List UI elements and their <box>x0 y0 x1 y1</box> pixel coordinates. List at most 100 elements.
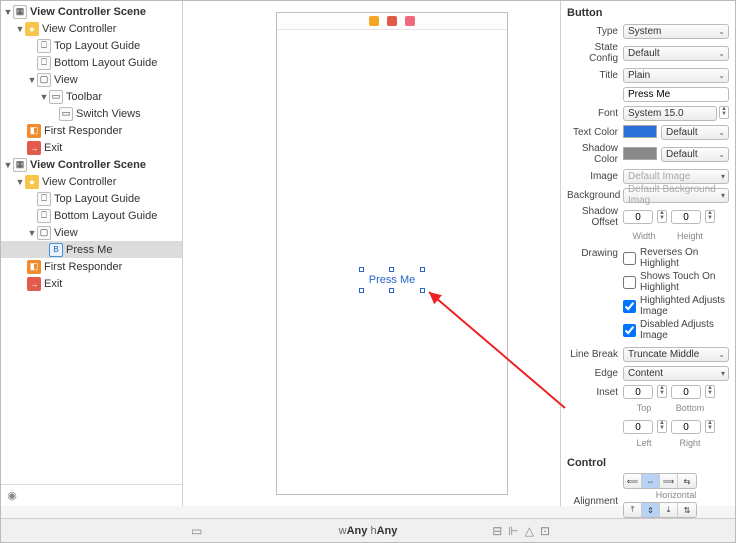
device-frame[interactable]: Press Me <box>276 12 508 495</box>
selection-handle[interactable] <box>389 267 394 272</box>
edge-combo[interactable]: Content▾ <box>623 366 729 381</box>
selection-handle[interactable] <box>420 288 425 293</box>
inspector-section-button: Button <box>567 7 729 19</box>
filter-icon[interactable]: ◉ <box>1 486 23 506</box>
disclosure-triangle-icon[interactable]: ▼ <box>15 177 25 187</box>
utilities-panel: Button Type System⌄ State Config Default… <box>560 1 735 506</box>
bottom-layout-guide-1[interactable]: ⎕ Bottom Layout Guide <box>1 54 182 71</box>
title-text-input[interactable] <box>623 87 729 102</box>
reverses-on-highlight-checkbox[interactable]: Reverses On Highlight <box>623 247 729 269</box>
first-responder-dot-icon[interactable] <box>387 16 397 26</box>
exit-dot-icon[interactable] <box>405 16 415 26</box>
title-type-combo[interactable]: Plain⌄ <box>623 68 729 83</box>
align-top-icon[interactable]: ⤒ <box>624 503 642 517</box>
view-2[interactable]: ▼ ▢ View <box>1 224 182 241</box>
horizontal-alignment-seg[interactable]: ⟸ ⇔ ⟹ ⇆ <box>623 473 697 489</box>
align-left-icon[interactable]: ⟸ <box>624 474 642 488</box>
align-fill-icon[interactable]: ⇆ <box>678 474 696 488</box>
line-break-combo[interactable]: Truncate Middle⌄ <box>623 347 729 362</box>
resizing-tool-icon[interactable]: ⊡ <box>540 524 550 538</box>
top-layout-guide-1[interactable]: ⎕ Top Layout Guide <box>1 37 182 54</box>
shadow-color-well[interactable] <box>623 147 657 160</box>
align-center-icon[interactable]: ⇔ <box>642 474 660 488</box>
disabled-adjusts-image-checkbox[interactable]: Disabled Adjusts Image <box>623 319 729 341</box>
shadow-color-combo[interactable]: Default⌄ <box>661 147 729 162</box>
selection-handle[interactable] <box>359 267 364 272</box>
stepper[interactable]: ▲▼ <box>657 420 667 433</box>
disclosure-triangle-icon[interactable]: ▼ <box>15 24 25 34</box>
exit-2[interactable]: → Exit <box>1 275 182 292</box>
state-config-combo[interactable]: Default⌄ <box>623 46 729 61</box>
type-combo[interactable]: System⌄ <box>623 24 729 39</box>
selection-handle[interactable] <box>359 288 364 293</box>
inset-top-input[interactable] <box>623 385 653 399</box>
disclosure-triangle-icon[interactable]: ▼ <box>39 92 49 102</box>
exit-1[interactable]: → Exit <box>1 139 182 156</box>
chevron-down-icon: ▾ <box>721 369 725 378</box>
text-color-combo[interactable]: Default⌄ <box>661 125 729 140</box>
inset-bottom-input[interactable] <box>671 385 701 399</box>
item-label: Switch Views <box>76 108 179 120</box>
selection-handle[interactable] <box>420 267 425 272</box>
top-layout-guide-2[interactable]: ⎕ Top Layout Guide <box>1 190 182 207</box>
pin-tool-icon[interactable]: ⊩ <box>508 524 518 538</box>
align-fill-v-icon[interactable]: ⇅ <box>678 503 696 517</box>
toolbar-1[interactable]: ▼ ▭ Toolbar <box>1 88 182 105</box>
font-stepper[interactable]: ▲▼ <box>719 106 729 119</box>
view-1[interactable]: ▼ ▢ View <box>1 71 182 88</box>
switch-views-item[interactable]: ▭ Switch Views <box>1 105 182 122</box>
vertical-alignment-seg[interactable]: ⤒ ⇕ ⤓ ⇅ <box>623 502 697 518</box>
alignment-label: Alignment <box>567 496 623 507</box>
stepper[interactable]: ▲▼ <box>705 210 715 223</box>
font-combo[interactable]: System 15.0 <box>623 106 717 121</box>
scene-1-header[interactable]: ▼ ▦ View Controller Scene <box>1 3 182 20</box>
shadow-offset-width-input[interactable] <box>623 210 653 224</box>
shadow-offset-height-input[interactable] <box>671 210 701 224</box>
stepper[interactable]: ▲▼ <box>657 210 667 223</box>
background-combo[interactable]: Default Background Imag▾ <box>623 188 729 203</box>
align-bottom-icon[interactable]: ⤓ <box>660 503 678 517</box>
press-me-item[interactable]: B Press Me <box>1 241 182 258</box>
size-class-control[interactable]: wAny hAny <box>339 525 398 537</box>
vc-2[interactable]: ▼ ● View Controller <box>1 173 182 190</box>
disclosure-triangle-icon[interactable]: ▼ <box>3 7 13 17</box>
type-label: Type <box>567 26 623 37</box>
first-responder-2[interactable]: ◧ First Responder <box>1 258 182 275</box>
chevron-down-icon: ⌄ <box>718 128 725 137</box>
left-sublabel: Left <box>623 438 665 448</box>
align-middle-icon[interactable]: ⇕ <box>642 503 660 517</box>
align-tool-icon[interactable]: ⊟ <box>492 524 502 538</box>
text-color-well[interactable] <box>623 125 657 138</box>
disclosure-triangle-icon[interactable]: ▼ <box>3 160 13 170</box>
canvas-panel[interactable]: Press Me <box>183 1 561 506</box>
item-label: View <box>54 74 179 86</box>
item-label: Bottom Layout Guide <box>54 210 179 222</box>
disclosure-triangle-icon[interactable]: ▼ <box>27 228 37 238</box>
shows-touch-on-highlight-checkbox[interactable]: Shows Touch On Highlight <box>623 271 729 293</box>
stepper[interactable]: ▲▼ <box>657 385 667 398</box>
outline-toggle-icon[interactable]: ▭ <box>191 524 202 538</box>
disclosure-triangle-icon[interactable]: ▼ <box>27 75 37 85</box>
highlighted-adjusts-image-checkbox[interactable]: Highlighted Adjusts Image <box>623 295 729 317</box>
inset-left-input[interactable] <box>623 420 653 434</box>
canvas-button-label: Press Me <box>369 274 415 286</box>
stepper[interactable]: ▲▼ <box>705 385 715 398</box>
stepper[interactable]: ▲▼ <box>705 420 715 433</box>
canvas-button-press-me[interactable]: Press Me <box>363 271 421 289</box>
chevron-down-icon: ⌄ <box>718 150 725 159</box>
bottom-layout-guide-2[interactable]: ⎕ Bottom Layout Guide <box>1 207 182 224</box>
first-responder-1[interactable]: ◧ First Responder <box>1 122 182 139</box>
resolve-issues-icon[interactable]: △ <box>525 524 534 538</box>
vc-1[interactable]: ▼ ● View Controller <box>1 20 182 37</box>
inset-right-input[interactable] <box>671 420 701 434</box>
scene-title: View Controller Scene <box>30 159 179 171</box>
item-label: Top Layout Guide <box>54 40 179 52</box>
selection-handle[interactable] <box>389 288 394 293</box>
state-config-label: State Config <box>567 42 623 64</box>
chevron-down-icon: ⌄ <box>718 71 725 80</box>
align-right-icon[interactable]: ⟹ <box>660 474 678 488</box>
image-combo[interactable]: Default Image▾ <box>623 169 729 184</box>
scene-2-header[interactable]: ▼ ▦ View Controller Scene <box>1 156 182 173</box>
vc-dot-icon[interactable] <box>369 16 379 26</box>
toolbar-icon: ▭ <box>49 90 63 104</box>
